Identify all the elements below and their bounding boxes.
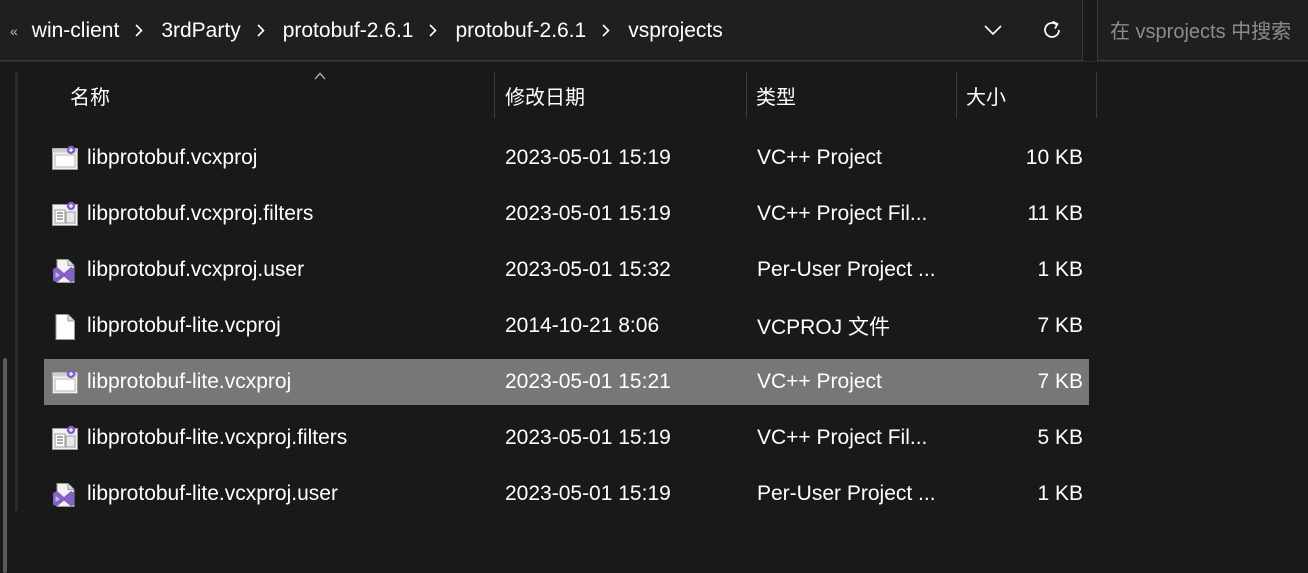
file-date: 2023-05-01 15:19 <box>505 426 671 449</box>
column-divider[interactable] <box>956 72 957 118</box>
file-date: 2014-10-21 8:06 <box>505 314 660 337</box>
file-row-selected[interactable]: libprotobuf-lite.vcxproj 2023-05-01 15:2… <box>44 359 1089 405</box>
column-divider[interactable] <box>494 72 495 118</box>
chevron-down-icon[interactable] <box>977 14 1009 46</box>
breadcrumb-item-vsprojects[interactable]: vsprojects <box>628 19 723 43</box>
toolbar-divider <box>0 61 1308 62</box>
file-date: 2023-05-01 15:21 <box>505 370 671 393</box>
breadcrumb: « win-client 3rdParty protobuf-2.6.1 pro… <box>10 0 723 61</box>
file-type: VC++ Project <box>757 370 882 393</box>
column-header-size[interactable]: 大小 <box>966 72 1006 118</box>
refresh-icon[interactable] <box>1036 14 1068 46</box>
file-size: 1 KB <box>1037 482 1083 505</box>
file-row[interactable]: libprotobuf-lite.vcproj 2014-10-21 8:06 … <box>44 303 1089 349</box>
file-row[interactable]: libprotobuf-lite.vcxproj.user 2023-05-01… <box>44 471 1089 517</box>
breadcrumb-overflow-button[interactable]: « <box>10 23 18 39</box>
file-size: 7 KB <box>1037 314 1083 337</box>
file-size: 7 KB <box>1037 370 1083 393</box>
file-size: 11 KB <box>1027 202 1083 225</box>
file-date: 2023-05-01 15:19 <box>505 202 671 225</box>
chevron-right-icon[interactable] <box>600 24 612 37</box>
file-name: libprotobuf-lite.vcproj <box>87 314 281 337</box>
visual-studio-icon <box>53 483 75 507</box>
file-name: libprotobuf-lite.vcxproj <box>87 370 292 393</box>
search-box[interactable] <box>1097 0 1308 61</box>
file-type: VC++ Project Fil... <box>757 202 928 225</box>
sort-ascending-icon <box>314 72 326 80</box>
scrollbar-track <box>15 72 18 511</box>
column-divider[interactable] <box>746 72 747 118</box>
file-name: libprotobuf.vcxproj.user <box>87 258 305 281</box>
filters-icon <box>52 201 78 226</box>
column-divider[interactable] <box>1096 72 1097 118</box>
address-bar[interactable]: « win-client 3rdParty protobuf-2.6.1 pro… <box>0 0 1083 61</box>
column-header-name[interactable]: 名称 <box>70 72 110 118</box>
column-header-date[interactable]: 修改日期 <box>505 72 585 118</box>
chevron-right-icon[interactable] <box>133 24 145 37</box>
navigation-pane-scrollbar[interactable] <box>0 62 20 573</box>
file-row[interactable]: libprotobuf-lite.vcxproj.filters 2023-05… <box>44 415 1089 461</box>
file-name: libprotobuf.vcxproj.filters <box>87 202 314 225</box>
file-type: VC++ Project Fil... <box>757 426 928 449</box>
file-row[interactable]: libprotobuf.vcxproj.filters 2023-05-01 1… <box>44 191 1089 237</box>
file-date: 2023-05-01 15:19 <box>505 146 671 169</box>
file-date: 2023-05-01 15:19 <box>505 482 671 505</box>
column-header-row: 名称 修改日期 类型 大小 <box>44 72 1097 120</box>
breadcrumb-item-protobuf-2-6-1[interactable]: protobuf-2.6.1 <box>283 19 414 43</box>
file-row[interactable]: libprotobuf.vcxproj.user 2023-05-01 15:3… <box>44 247 1089 293</box>
file-size: 1 KB <box>1037 258 1083 281</box>
file-type: VC++ Project <box>757 146 882 169</box>
file-name: libprotobuf.vcxproj <box>87 146 258 169</box>
vcxproj-icon <box>52 145 78 170</box>
breadcrumb-item-win-client[interactable]: win-client <box>32 19 120 43</box>
file-name: libprotobuf-lite.vcxproj.filters <box>87 426 348 449</box>
file-type: Per-User Project ... <box>757 258 936 281</box>
file-size: 10 KB <box>1025 146 1083 169</box>
scrollbar-thumb[interactable] <box>3 358 7 573</box>
file-row[interactable]: libprotobuf.vcxproj 2023-05-01 15:19 VC+… <box>44 135 1089 181</box>
breadcrumb-item-protobuf-2-6-1-inner[interactable]: protobuf-2.6.1 <box>455 19 586 43</box>
search-input[interactable] <box>1108 16 1308 48</box>
file-name: libprotobuf-lite.vcxproj.user <box>87 482 338 505</box>
file-type: VCPROJ 文件 <box>757 316 891 339</box>
chevron-right-icon[interactable] <box>427 24 439 37</box>
filters-icon <box>52 425 78 450</box>
vcxproj-icon <box>52 369 78 394</box>
visual-studio-icon <box>53 259 75 283</box>
column-header-type[interactable]: 类型 <box>756 72 796 118</box>
breadcrumb-item-3rdparty[interactable]: 3rdParty <box>161 19 240 43</box>
file-type: Per-User Project ... <box>757 482 936 505</box>
chevron-right-icon[interactable] <box>255 24 267 37</box>
file-size: 5 KB <box>1037 426 1083 449</box>
blank-file-icon <box>55 314 75 340</box>
file-date: 2023-05-01 15:32 <box>505 258 671 281</box>
